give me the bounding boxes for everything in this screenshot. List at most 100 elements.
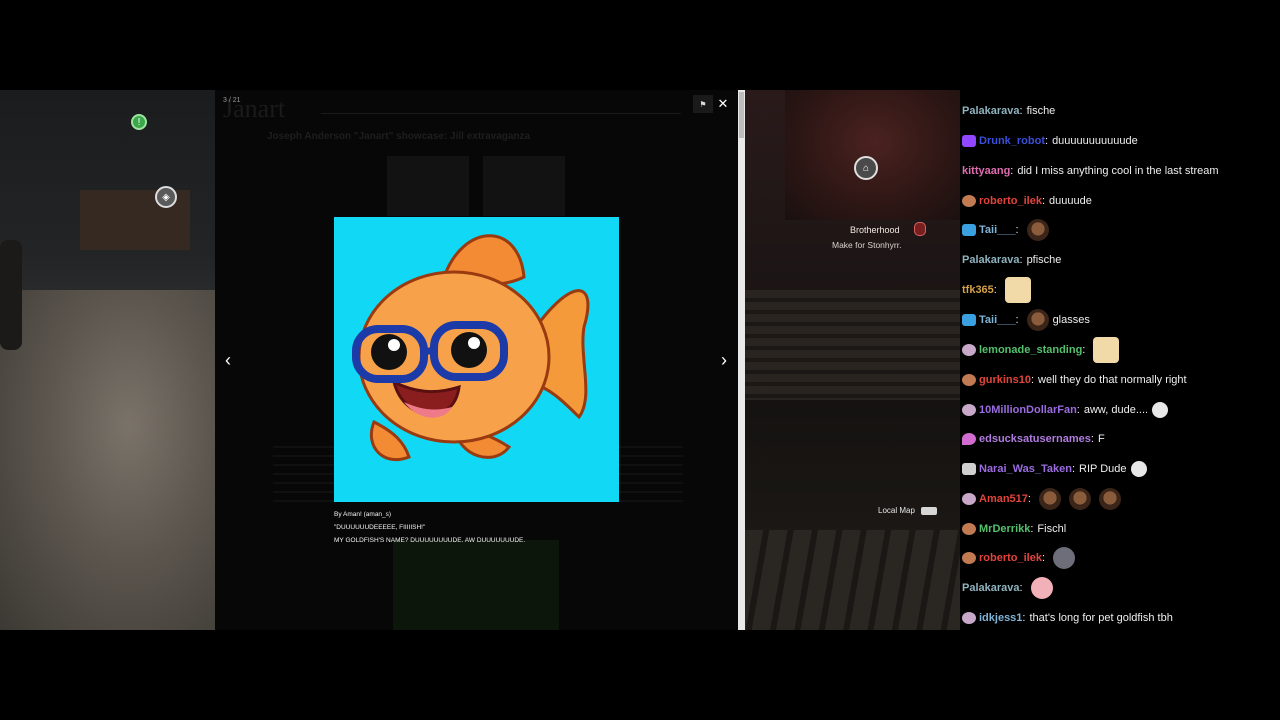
chat-username[interactable]: 10MillionDollarFan: [979, 404, 1077, 416]
caption-credit: By Aman! (aman_s): [334, 511, 392, 518]
chat-colon: :: [1022, 612, 1026, 624]
wolf-badge-icon[interactable]: [962, 493, 976, 505]
chat-colon: :: [1041, 195, 1046, 207]
quest-objective: Make for Stonhyrr.: [832, 240, 902, 250]
chat-message-text: well they do that normally right: [1038, 374, 1187, 386]
chat-message: Drunk_robot: duuuuuuuuuuude: [962, 129, 1138, 153]
page-scrollbar[interactable]: [738, 90, 745, 630]
chat-message: gurkins10: well they do that normally rig…: [962, 368, 1187, 392]
chat-username[interactable]: Taii___: [979, 314, 1016, 326]
chat-message: 10MillionDollarFan: aww, dude....: [962, 398, 1172, 422]
crown-badge-icon[interactable]: [962, 314, 976, 326]
close-button[interactable]: ✕: [713, 95, 733, 113]
chat-username[interactable]: Palakarava: [962, 254, 1020, 266]
chat-message: Taii___: glasses: [962, 308, 1090, 332]
scrollbar-thumb[interactable]: [739, 92, 744, 138]
sub-badge-icon[interactable]: [962, 523, 976, 535]
chat-message-text: RIP Dude: [1079, 463, 1127, 475]
chat-username[interactable]: Palakarava: [962, 105, 1020, 117]
chat-message: roberto_ilek: duuuude: [962, 189, 1092, 213]
chat-colon: :: [1019, 582, 1023, 594]
chat-colon: :: [1090, 433, 1094, 445]
wolf-badge-icon[interactable]: [962, 344, 976, 356]
flag-button[interactable]: ⚑: [693, 95, 713, 113]
gallery-thumbnail[interactable]: [483, 156, 565, 216]
artwork-image: [334, 217, 619, 502]
chat-username[interactable]: tfk365: [962, 284, 994, 296]
chat-panel: Palakarava: fische Drunk_robot: duuuuuuuuuu…: [960, 90, 1280, 630]
game-view-right: ⌂ Brotherhood Make for Stonhyrr. Local M…: [745, 90, 960, 630]
gallery-thumbnail[interactable]: [393, 540, 559, 630]
gallery-page: Janart 3 / 21 Joseph Anderson "Janart" s…: [215, 90, 738, 630]
chat-colon: :: [1030, 374, 1035, 386]
chat-message: Narai_Was_Taken: RIP Dude: [962, 457, 1151, 481]
gallery-thumbnail[interactable]: [387, 156, 469, 216]
chat-colon: :: [1019, 105, 1023, 117]
chat-message: kittyaang: did I miss anything cool in th…: [962, 159, 1219, 183]
chat-message: tfk365:: [962, 277, 1035, 303]
chat-message: edsucksatusernames: F: [962, 427, 1105, 451]
goldfish-illustration: [352, 234, 590, 462]
chat-username[interactable]: Narai_Was_Taken: [979, 463, 1072, 475]
chat-colon: :: [1030, 523, 1034, 535]
prime-badge-icon[interactable]: [962, 135, 976, 147]
chat-message: lemonade_standing:: [962, 337, 1123, 363]
chat-colon: :: [1019, 254, 1023, 266]
chevron-right-icon: ›: [721, 349, 727, 370]
crown-badge-icon[interactable]: [962, 224, 976, 236]
quest-title: Brotherhood: [850, 225, 900, 235]
sub-badge-icon[interactable]: [962, 374, 976, 386]
chat-colon: :: [1076, 404, 1080, 416]
chat-message-text: F: [1097, 433, 1105, 445]
wooden-floor: [745, 530, 960, 630]
caption-body: MY GOLDFISH'S NAME? DUUUUUUUUDE. AW DUUU…: [334, 537, 526, 544]
chat-message-text: duuuuuuuuuuude: [1052, 135, 1138, 147]
chat-username[interactable]: MrDerrikk: [979, 523, 1030, 535]
girl-emote-icon: [1053, 547, 1076, 569]
artwork-caption: By Aman! (aman_s) "DUUUUUUDEEEEE, FIIIII…: [334, 508, 634, 547]
fishpink-emote-icon: [1030, 577, 1053, 599]
drop-badge-icon[interactable]: [962, 433, 976, 445]
sub-badge-icon[interactable]: [962, 195, 976, 207]
chat-message: Taii___:: [962, 218, 1053, 242]
chat-colon: :: [1041, 552, 1046, 564]
chat-username[interactable]: Taii___: [979, 224, 1016, 236]
quest-type-icon: [914, 222, 926, 236]
next-image-button[interactable]: ›: [714, 348, 734, 372]
chat-username[interactable]: Aman517: [979, 493, 1028, 505]
chat-message-text: glasses: [1052, 314, 1090, 326]
wolf-badge-icon[interactable]: [962, 404, 976, 416]
chat-message: idkjess1: that's long for pet goldfish tb…: [962, 606, 1173, 630]
flag-icon: ⚑: [699, 99, 707, 109]
previous-image-button[interactable]: ‹: [218, 348, 238, 372]
chat-username[interactable]: kittyaang: [962, 165, 1010, 177]
chat-message-text: aww, dude....: [1083, 404, 1149, 416]
local-map-key-icon[interactable]: [921, 507, 937, 515]
face-emote-icon: [1026, 309, 1049, 331]
image-counter: 3 / 21: [223, 97, 241, 104]
chat-message-text: that's long for pet goldfish tbh: [1029, 612, 1173, 624]
chat-username[interactable]: idkjess1: [979, 612, 1022, 624]
chat-username[interactable]: gurkins10: [979, 374, 1031, 386]
chat-message: MrDerrikk: Fischl: [962, 517, 1066, 541]
sub-badge-icon[interactable]: [962, 552, 976, 564]
chat-username[interactable]: Drunk_robot: [979, 135, 1045, 147]
wolf-badge-icon[interactable]: [962, 612, 976, 624]
ghost-emote-icon: [1130, 461, 1147, 477]
mute-badge-icon[interactable]: [962, 463, 976, 475]
game-view-left: ! ◈: [0, 90, 215, 630]
chat-message-text: fische: [1026, 105, 1056, 117]
location-marker-icon: ⌂: [854, 156, 878, 180]
chat-message-text: did I miss anything cool in the last str…: [1017, 165, 1219, 177]
quest-marker-icon: !: [131, 114, 147, 130]
chat-message: Palakarava:: [962, 576, 1057, 600]
page-subtitle: Joseph Anderson "Janart" showcase: Jill …: [267, 131, 531, 142]
chat-username[interactable]: edsucksatusernames: [979, 433, 1091, 445]
chat-username[interactable]: roberto_ilek: [979, 552, 1042, 564]
chat-username[interactable]: lemonade_standing: [979, 344, 1082, 356]
chat-username[interactable]: Palakarava: [962, 582, 1020, 594]
wooden-bench: [745, 290, 960, 400]
face-emote-icon: [1026, 219, 1049, 241]
npc-marker-icon: ◈: [155, 186, 177, 208]
chat-username[interactable]: roberto_ilek: [979, 195, 1042, 207]
